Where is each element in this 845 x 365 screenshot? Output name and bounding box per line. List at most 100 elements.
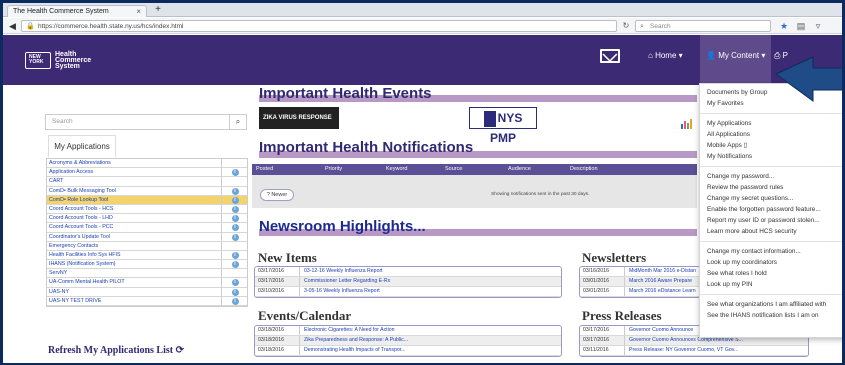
info-icon[interactable]: i: [231, 187, 239, 195]
home-nav[interactable]: ⌂ Home ▾: [648, 51, 683, 60]
newer-button[interactable]: ? Newer: [260, 189, 294, 201]
col-posted[interactable]: Posted: [256, 164, 273, 175]
info-icon[interactable]: i: [231, 196, 239, 204]
newsletter-row[interactable]: 03/16/2016 MidMonth Mar 2016 e-Distan: [580, 267, 700, 277]
col-audience[interactable]: Audience: [508, 164, 531, 175]
app-row[interactable]: UA-Comm Mental Health PILOT i: [47, 278, 247, 288]
info-icon[interactable]: i: [231, 169, 239, 177]
new-item-row[interactable]: 03/17/2016 03-12-16 Weekly Influenza Repo…: [255, 267, 561, 277]
info-icon[interactable]: i: [231, 233, 239, 241]
new-tab-button[interactable]: +: [151, 5, 165, 16]
info-icon[interactable]: i: [231, 288, 239, 296]
menu-divider: [700, 113, 842, 114]
info-icon[interactable]: i: [231, 205, 239, 213]
info-icon[interactable]: i: [231, 251, 239, 259]
app-search-button[interactable]: ⌕: [229, 114, 247, 130]
item-date: 03/17/2016: [583, 327, 609, 333]
app-search-input[interactable]: Search: [45, 114, 247, 130]
event-row[interactable]: 03/18/2016 Electronic Cigarettes: A Need …: [255, 326, 561, 336]
app-row[interactable]: ServNY: [47, 269, 247, 279]
address-bar[interactable]: 🔒 https://commerce.health.state.ny.us/hc…: [21, 20, 617, 32]
info-icon[interactable]: i: [231, 279, 239, 287]
back-icon[interactable]: ◀: [6, 20, 19, 32]
app-row[interactable]: Coord Account Tools - HCS i: [47, 204, 247, 215]
app-row[interactable]: ComD• Role Lookup Tool i: [47, 195, 247, 205]
clipboard-icon[interactable]: ▤: [795, 20, 807, 32]
menu-item[interactable]: Mobile Apps ▯: [700, 140, 842, 151]
refresh-applications-button[interactable]: Refresh My Applications List ⟳: [48, 345, 184, 356]
item-link[interactable]: Demonstrating Health Impacts of Transpor…: [299, 346, 406, 355]
url-text: https://commerce.health.state.ny.us/hcs/…: [38, 23, 184, 30]
app-row[interactable]: Health Facilities Info Sys HFIS i: [47, 250, 247, 261]
menu-item[interactable]: Change my secret questions...: [700, 193, 842, 204]
tab-my-applications[interactable]: My Applications: [48, 135, 116, 157]
menu-item[interactable]: All Applications: [700, 129, 842, 140]
info-icon[interactable]: i: [231, 215, 239, 223]
item-link[interactable]: Commissioner Letter Regarding E-Rx: [299, 277, 390, 286]
item-link[interactable]: Governor Cuomo Announce: [624, 326, 693, 335]
item-link[interactable]: Press Release: NY Governor Cuomo, VT Gov…: [624, 346, 738, 355]
app-row[interactable]: Coordinator's Update Tool i: [47, 232, 247, 242]
event-row[interactable]: 03/18/2016 Zika Preparedness and Response…: [255, 336, 561, 346]
pocket-icon[interactable]: ▿: [812, 20, 824, 32]
menu-item[interactable]: See what organizations I am affiliated w…: [700, 299, 842, 310]
item-link[interactable]: MidMonth Mar 2016 e-Distan: [624, 267, 696, 276]
item-link[interactable]: 3-05-16 Weekly Influenza Report: [299, 287, 380, 296]
close-tab-icon[interactable]: ×: [136, 7, 141, 16]
hcs-logo[interactable]: NEW YORK Health Commerce System: [25, 51, 91, 70]
app-row[interactable]: ComD• Bulk Messaging Tool i: [47, 186, 247, 196]
bookmark-star-icon[interactable]: ★: [778, 20, 790, 32]
reload-icon[interactable]: ↻: [620, 20, 632, 32]
app-row[interactable]: CART: [47, 177, 247, 187]
app-row[interactable]: UAS-NY TEST DRIVE i: [47, 296, 247, 306]
search-icon: ⌕: [640, 23, 644, 30]
menu-item[interactable]: Change my password...: [700, 171, 842, 182]
item-link[interactable]: March 2016 Aware Prepare: [624, 277, 692, 286]
menu-item[interactable]: Look up my coordinators: [700, 257, 842, 268]
menu-item[interactable]: Learn more about HCS security: [700, 226, 842, 237]
app-row[interactable]: Coord Account Tools - PCC i: [47, 223, 247, 233]
app-label: UAS-NY: [49, 288, 70, 295]
item-link[interactable]: March 2016 eDistance Learn: [624, 287, 696, 296]
app-label: Health Facilities Info Sys HFIS: [49, 251, 121, 258]
newsletter-row[interactable]: 03/01/2016 March 2016 eDistance Learn: [580, 287, 700, 297]
my-content-nav[interactable]: 👤 My Content ▾: [706, 51, 765, 60]
menu-item[interactable]: Change my contact information...: [700, 246, 842, 257]
event-row[interactable]: 03/18/2016 Demonstrating Health Impacts o…: [255, 346, 561, 356]
newsletter-row[interactable]: 03/01/2016 March 2016 Aware Prepare: [580, 277, 700, 287]
app-row[interactable]: IHANS (Notification System) i: [47, 260, 247, 270]
menu-item[interactable]: See the IHANS notification lists I am on: [700, 310, 842, 321]
item-link[interactable]: Zika Preparedness and Response: A Public…: [299, 336, 408, 345]
col-description[interactable]: Description: [570, 164, 598, 175]
menu-item[interactable]: My Applications: [700, 118, 842, 129]
app-row[interactable]: Application Access i: [47, 168, 247, 178]
app-row[interactable]: Coord Account Tools - LHD i: [47, 214, 247, 224]
info-icon[interactable]: i: [231, 261, 239, 269]
app-row[interactable]: Emergency Contacts: [47, 241, 247, 251]
info-icon[interactable]: i: [231, 297, 239, 305]
item-link[interactable]: 03-12-16 Weekly Influenza Report: [299, 267, 383, 276]
browser-search-input[interactable]: ⌕ Search: [635, 20, 771, 32]
browser-tab[interactable]: The Health Commerce System ×: [7, 5, 147, 17]
col-keyword[interactable]: Keyword: [386, 164, 407, 175]
item-link[interactable]: Electronic Cigarettes: A Need for Action: [299, 326, 395, 335]
col-priority[interactable]: Priority: [325, 164, 342, 175]
info-icon[interactable]: i: [231, 224, 239, 232]
zika-banner[interactable]: ZIKA VIRUS RESPONSE: [259, 107, 339, 129]
menu-item[interactable]: My Notifications: [700, 151, 842, 162]
menu-item[interactable]: Review the password rules: [700, 182, 842, 193]
new-item-row[interactable]: 03/10/2016 3-05-16 Weekly Influenza Repor…: [255, 287, 561, 297]
app-row[interactable]: Acronyms & Abbreviations: [47, 159, 247, 169]
menu-item[interactable]: Enable the forgotten password feature...: [700, 204, 842, 215]
mail-icon[interactable]: [600, 49, 620, 63]
menu-item[interactable]: See what roles I hold: [700, 268, 842, 279]
nyspmp-banner[interactable]: NYS PMP: [469, 107, 537, 145]
chart-logo-icon[interactable]: [680, 117, 694, 129]
press-release-row[interactable]: 03/11/2016 Press Release: NY Governor Cuo…: [580, 346, 808, 356]
new-item-row[interactable]: 03/17/2016 Commissioner Letter Regarding …: [255, 277, 561, 287]
menu-item[interactable]: Look up my PIN: [700, 279, 842, 290]
app-row[interactable]: UAS-NY i: [47, 287, 247, 297]
menu-divider: [700, 241, 842, 242]
col-source[interactable]: Source: [445, 164, 462, 175]
menu-item[interactable]: Report my user ID or password stolen...: [700, 215, 842, 226]
